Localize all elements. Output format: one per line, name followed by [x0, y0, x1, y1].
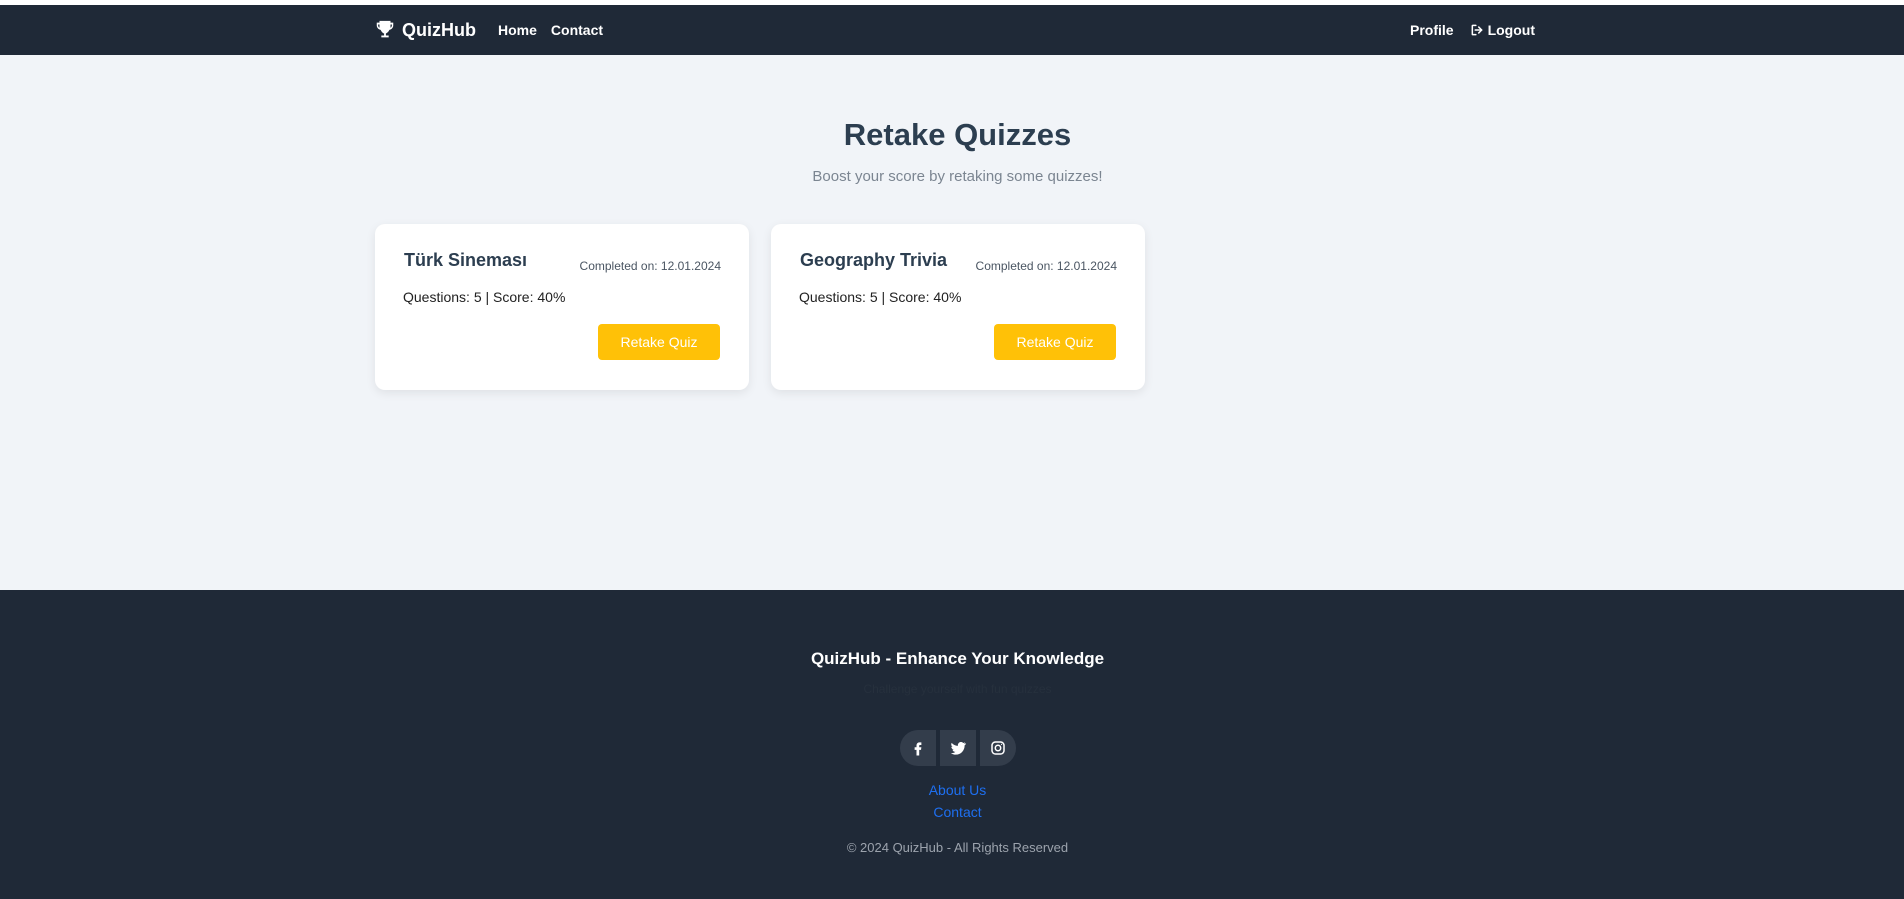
- navbar: QuizHub Home Contact Profile Logout: [0, 5, 1904, 55]
- quiz-completed-date: Completed on: 12.01.2024: [579, 259, 721, 273]
- twitter-button[interactable]: [940, 730, 976, 766]
- quiz-card: Geography Trivia Completed on: 12.01.202…: [771, 224, 1145, 390]
- quiz-completed-date: Completed on: 12.01.2024: [975, 259, 1117, 273]
- facebook-button[interactable]: [900, 730, 936, 766]
- footer-tagline: Challenge yourself with fun quizzes: [863, 682, 1052, 696]
- retake-quiz-button[interactable]: Retake Quiz: [994, 324, 1116, 360]
- nav-home-link[interactable]: Home: [498, 22, 537, 38]
- quiz-card: Türk Sineması Completed on: 12.01.2024 Q…: [375, 224, 749, 390]
- logout-icon: [1471, 24, 1483, 36]
- copyright: © 2024 QuizHub - All Rights Reserved: [846, 840, 1069, 855]
- nav-contact-link[interactable]: Contact: [551, 22, 603, 38]
- quiz-card-title: Geography Trivia: [800, 250, 948, 270]
- nav-logout-link[interactable]: Logout: [1470, 22, 1535, 38]
- page-title: Retake Quizzes: [843, 117, 1072, 152]
- social-links: [900, 730, 1016, 766]
- brand-name: QuizHub: [402, 19, 476, 40]
- brand[interactable]: QuizHub: [374, 5, 476, 55]
- retake-quiz-button[interactable]: Retake Quiz: [598, 324, 720, 360]
- trophy-icon: [376, 20, 394, 38]
- footer-about-link[interactable]: About Us: [0, 782, 1904, 798]
- quiz-meta: Questions: 5 | Score: 40%: [403, 289, 566, 305]
- quiz-card-title: Türk Sineması: [404, 250, 528, 270]
- facebook-icon: [914, 742, 922, 756]
- page-subtitle: Boost your score by retaking some quizze…: [812, 168, 1103, 185]
- nav-user-links: Profile Logout: [1410, 5, 1535, 55]
- footer-title: QuizHub - Enhance Your Knowledge: [810, 649, 1105, 668]
- quiz-meta: Questions: 5 | Score: 40%: [799, 289, 962, 305]
- nav-profile-link[interactable]: Profile: [1410, 22, 1454, 38]
- footer: QuizHub - Enhance Your Knowledge Challen…: [0, 590, 1904, 899]
- instagram-icon: [991, 741, 1005, 755]
- main-content: Retake Quizzes Boost your score by retak…: [0, 55, 1904, 590]
- instagram-button[interactable]: [980, 730, 1016, 766]
- twitter-icon: [950, 742, 967, 755]
- nav-links: Home Contact: [498, 5, 603, 55]
- logout-label: Logout: [1487, 22, 1535, 38]
- footer-contact-link[interactable]: Contact: [0, 804, 1904, 820]
